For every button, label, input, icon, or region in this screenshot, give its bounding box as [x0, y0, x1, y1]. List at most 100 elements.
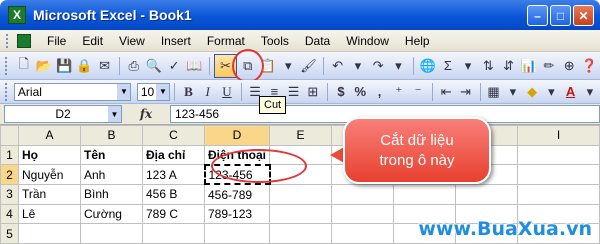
borders-icon[interactable]: ▦	[484, 82, 502, 102]
fill-color-dropdown-icon[interactable]: ▾	[542, 82, 560, 102]
help-icon[interactable]: ❓	[580, 56, 599, 76]
cell[interactable]	[142, 223, 205, 244]
menu-format[interactable]: Format	[199, 34, 253, 48]
close-button[interactable]: ✕	[573, 5, 594, 26]
cell[interactable]: Cường	[80, 203, 143, 225]
chevron-down-icon[interactable]: ▼	[117, 83, 131, 100]
menu-edit[interactable]: Edit	[74, 34, 111, 48]
sort-descending-icon[interactable]: ⇵	[499, 56, 518, 76]
select-all-corner[interactable]	[0, 125, 19, 146]
format-painter-icon[interactable]: 🖌	[299, 56, 318, 76]
cell[interactable]: Nguyễn	[18, 164, 81, 185]
underline-button[interactable]: U	[218, 82, 236, 102]
column-header[interactable]: A	[18, 125, 81, 146]
cell[interactable]	[80, 223, 143, 244]
chart-wizard-icon[interactable]: 📊	[519, 56, 538, 76]
increase-indent-icon[interactable]: ⇥	[456, 82, 474, 102]
cell[interactable]: 456-789	[203, 183, 271, 205]
permission-icon[interactable]: 🔒	[75, 56, 94, 76]
undo-icon[interactable]: ↶	[328, 56, 347, 76]
minimize-button[interactable]: –	[527, 5, 548, 26]
chevron-down-icon[interactable]: ▼	[108, 106, 121, 122]
cell[interactable]: Địa chỉ	[142, 144, 205, 166]
cell[interactable]	[455, 183, 519, 205]
fill-color-icon[interactable]: ◆	[523, 82, 541, 102]
italic-button[interactable]: I	[199, 82, 217, 102]
cell[interactable]	[517, 164, 600, 185]
insert-function-icon[interactable]: fx	[122, 107, 170, 121]
autosum-icon[interactable]: Σ	[438, 56, 457, 76]
cell[interactable]	[269, 183, 333, 205]
cell[interactable]	[517, 183, 600, 205]
cell[interactable]	[203, 223, 271, 244]
cell[interactable]: Lê	[18, 203, 81, 225]
font-size-select[interactable]: 10 ▼	[136, 82, 171, 101]
menu-window[interactable]: Window	[338, 34, 397, 48]
redo-dropdown-icon[interactable]: ▾	[389, 56, 408, 76]
menu-grip-handle[interactable]	[6, 33, 9, 48]
cell[interactable]	[269, 203, 333, 225]
excel-app-icon[interactable]: X	[8, 6, 26, 24]
column-header[interactable]: E	[269, 125, 333, 146]
cell[interactable]	[517, 144, 600, 166]
workbook-icon[interactable]	[17, 33, 31, 48]
spelling-icon[interactable]: ✓	[165, 56, 184, 76]
print-icon[interactable]: ⎙	[124, 56, 143, 76]
drawing-icon[interactable]: ✏	[539, 56, 558, 76]
percent-button[interactable]: %	[351, 82, 369, 102]
bold-button[interactable]: B	[179, 82, 197, 102]
increase-decimal-icon[interactable]: ⁺	[390, 82, 408, 102]
research-icon[interactable]: 📖	[185, 56, 204, 76]
merge-center-icon[interactable]: ⊞	[304, 82, 322, 102]
email-icon[interactable]: ✉	[95, 56, 114, 76]
currency-button[interactable]: $	[332, 82, 350, 102]
paste-dropdown-icon[interactable]: ▾	[279, 56, 298, 76]
sort-ascending-icon[interactable]: ⇅	[479, 56, 498, 76]
name-box[interactable]: D2 ▼	[4, 105, 122, 123]
new-icon[interactable]: 🗋	[14, 56, 33, 76]
menu-help[interactable]: Help	[397, 34, 438, 48]
maximize-button[interactable]: □	[550, 5, 571, 26]
menu-data[interactable]: Data	[297, 34, 338, 48]
redo-icon[interactable]: ↷	[369, 56, 388, 76]
menu-file[interactable]: File	[39, 34, 74, 48]
font-name-select[interactable]: Arial ▼	[13, 82, 132, 101]
cell[interactable]: Bình	[80, 183, 143, 205]
menu-tools[interactable]: Tools	[253, 34, 297, 48]
cell[interactable]: 456 B	[142, 183, 205, 205]
cell[interactable]	[331, 183, 395, 205]
save-icon[interactable]: 💾	[54, 56, 73, 76]
cell[interactable]: Anh	[80, 164, 143, 185]
cell[interactable]	[393, 183, 457, 205]
decrease-decimal-icon[interactable]: ⁻	[409, 82, 427, 102]
row-header[interactable]: 2	[0, 164, 19, 185]
comma-style-button[interactable]: ,	[370, 82, 388, 102]
borders-dropdown-icon[interactable]: ▾	[504, 82, 522, 102]
toolbar-grip-handle[interactable]	[5, 56, 8, 75]
font-color-dropdown-icon[interactable]: ▾	[581, 82, 599, 102]
cell[interactable]	[18, 223, 81, 244]
cell[interactable]	[331, 223, 395, 244]
align-right-icon[interactable]: ☰	[284, 82, 302, 102]
column-header[interactable]: C	[142, 125, 205, 146]
cell[interactable]: 789-123	[203, 203, 271, 225]
row-header[interactable]: 1	[0, 144, 19, 166]
column-header[interactable]: D	[203, 125, 271, 146]
decrease-indent-icon[interactable]: ⇤	[437, 82, 455, 102]
menu-insert[interactable]: Insert	[153, 34, 199, 48]
column-header[interactable]: B	[80, 125, 143, 146]
menu-view[interactable]: View	[111, 34, 153, 48]
font-color-button[interactable]: A	[561, 82, 579, 102]
hyperlink-icon[interactable]: 🌐	[418, 56, 437, 76]
open-icon[interactable]: 📂	[34, 56, 53, 76]
cell[interactable]	[331, 203, 395, 225]
autosum-dropdown-icon[interactable]: ▾	[458, 56, 477, 76]
column-header[interactable]: I	[517, 125, 600, 146]
cell[interactable]: Trần	[18, 183, 81, 205]
row-header[interactable]: 5	[0, 223, 19, 244]
cell[interactable]: 123 A	[142, 164, 205, 185]
cell[interactable]: Họ	[18, 144, 81, 166]
toolbar-grip-handle[interactable]	[5, 82, 8, 101]
cell[interactable]	[269, 223, 333, 244]
print-preview-icon[interactable]: 🔍	[144, 56, 163, 76]
